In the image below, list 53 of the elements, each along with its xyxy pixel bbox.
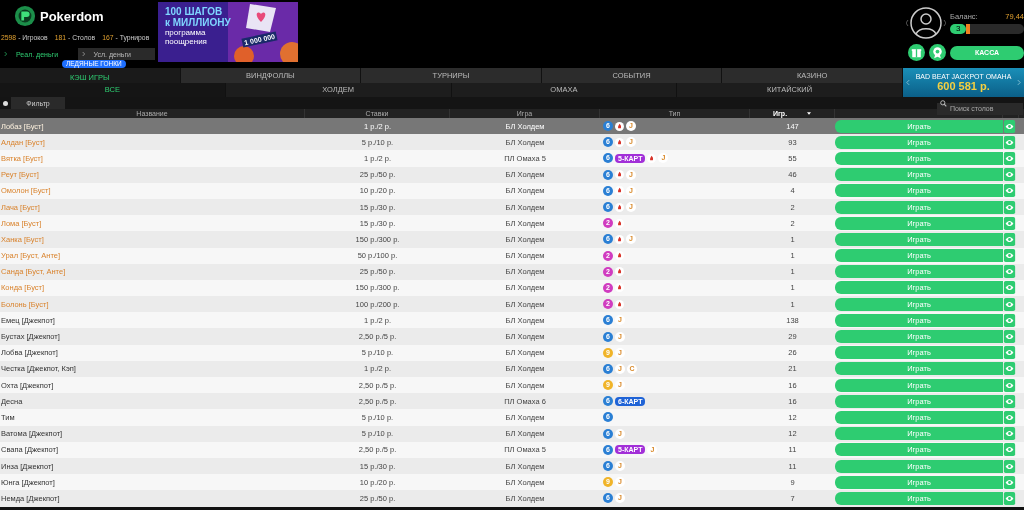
logo-icon (14, 5, 36, 27)
badge-icon[interactable] (929, 44, 946, 61)
flame-icon (615, 202, 624, 212)
flame-icon (615, 186, 624, 196)
flame-icon (615, 234, 624, 244)
view-icon[interactable] (1003, 135, 1016, 149)
banner-text: поощрения (165, 37, 207, 46)
banner-title: 100 ШАГОВ (165, 6, 223, 17)
view-icon[interactable] (1003, 475, 1016, 489)
flame-icon (615, 218, 624, 228)
view-icon[interactable] (1003, 346, 1016, 360)
view-icon[interactable] (1003, 394, 1016, 408)
view-icon[interactable] (1003, 491, 1016, 505)
view-icon[interactable] (1003, 184, 1016, 198)
flame-icon (615, 251, 624, 261)
next-icon[interactable] (1017, 79, 1021, 86)
view-icon[interactable] (1003, 313, 1016, 327)
sort-icon (807, 112, 812, 115)
view-icon[interactable] (1003, 151, 1016, 165)
view-icon[interactable] (1003, 119, 1016, 133)
previous-icon[interactable] (906, 79, 910, 86)
flame-icon (615, 137, 624, 147)
view-icon[interactable] (1003, 249, 1016, 263)
banner-title: к МИЛЛИОНУ (165, 17, 231, 28)
view-icon[interactable] (1003, 443, 1016, 457)
view-icon[interactable] (1003, 378, 1016, 392)
view-icon[interactable] (1003, 330, 1016, 344)
flame-icon (647, 153, 657, 163)
view-icon[interactable] (1003, 410, 1016, 424)
chevron-icon (81, 51, 86, 57)
view-icon[interactable] (1003, 216, 1016, 230)
view-icon[interactable] (1003, 168, 1016, 182)
flame-icon (615, 170, 624, 180)
logo-text[interactable]: Pokerdom (40, 8, 104, 24)
flame-icon (615, 121, 624, 131)
view-icon[interactable] (1003, 459, 1016, 473)
flame-icon (615, 283, 624, 293)
view-icon[interactable] (1003, 281, 1016, 295)
view-icon[interactable] (1003, 297, 1016, 311)
view-icon[interactable] (1003, 427, 1016, 441)
banner-text: программа (165, 28, 206, 37)
view-icon[interactable] (1003, 265, 1016, 279)
flame-icon (615, 267, 624, 277)
flame-icon (615, 299, 624, 309)
avatar-icon[interactable] (906, 6, 946, 40)
search-icon (940, 99, 947, 107)
jackpot-amount: 600 581 р. (937, 80, 990, 92)
toggle-dot-icon[interactable] (3, 100, 8, 106)
view-icon[interactable] (1003, 362, 1016, 376)
view-icon[interactable] (1003, 232, 1016, 246)
level-badge: 3 (950, 24, 967, 34)
chevron-icon (4, 51, 8, 57)
view-icon[interactable] (1003, 200, 1016, 214)
